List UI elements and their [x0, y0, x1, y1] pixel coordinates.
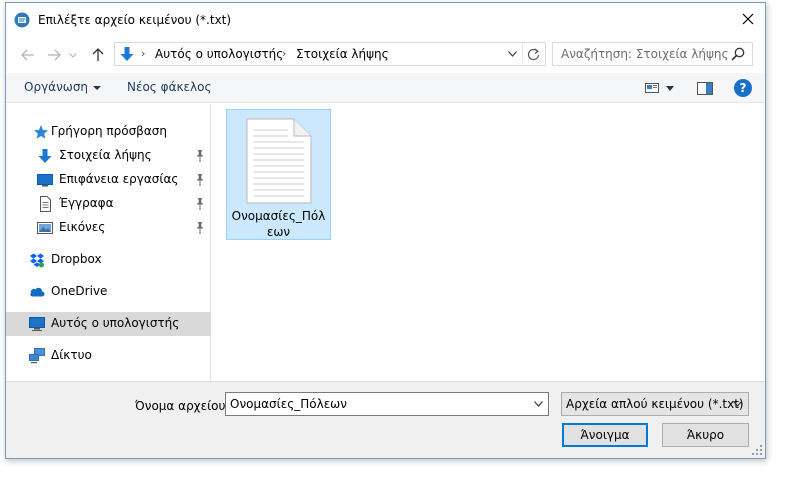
sidebar-item-label: Dropbox	[51, 252, 102, 266]
file-open-dialog: Επιλέξτε αρχείο κειμένου (*.txt) › Αυτός…	[5, 2, 766, 459]
filename-label: Όνομα αρχείου:	[135, 399, 230, 413]
pin-icon	[196, 174, 204, 186]
command-bar: Οργάνωση Νέος φάκελος ?	[6, 73, 765, 103]
help-icon[interactable]: ?	[734, 79, 752, 97]
forward-button[interactable]	[44, 45, 64, 65]
file-type-select[interactable]: Αρχεία απλού κειμένου (*.txt)	[561, 392, 749, 416]
sidebar-item-this-pc[interactable]: Αυτός ο υπολογιστής	[6, 312, 211, 336]
pictures-icon	[37, 222, 53, 234]
sidebar-item-label: Αυτός ο υπολογιστής	[51, 316, 180, 330]
sidebar-item-label: Στοιχεία λήψης	[59, 148, 152, 162]
up-button[interactable]	[88, 45, 108, 65]
filename-history-button[interactable]	[530, 396, 546, 412]
chevron-down-icon	[732, 401, 742, 407]
sidebar-item-onedrive[interactable]: OneDrive	[6, 280, 211, 304]
download-arrow-icon	[38, 149, 52, 163]
refresh-button[interactable]	[522, 44, 544, 64]
caret-down-icon	[666, 85, 674, 91]
resize-grip-icon[interactable]	[752, 445, 762, 455]
organize-label: Οργάνωση	[24, 80, 89, 94]
app-icon	[14, 12, 30, 28]
breadcrumb-downloads[interactable]: Στοιχεία λήψης	[296, 47, 389, 61]
pin-icon	[196, 222, 204, 234]
sidebar-item-label: Επιφάνεια εργασίας	[59, 172, 179, 186]
window-title: Επιλέξτε αρχείο κειμένου (*.txt)	[38, 13, 232, 27]
title-bar[interactable]: Επιλέξτε αρχείο κειμένου (*.txt)	[6, 3, 765, 37]
preview-pane-icon	[697, 81, 713, 95]
pin-icon	[196, 150, 204, 162]
cancel-button[interactable]: Άκυρο	[662, 423, 749, 447]
forward-arrow-icon	[48, 49, 61, 61]
sidebar-item-downloads[interactable]: Στοιχεία λήψης	[6, 144, 211, 168]
back-button[interactable]	[18, 45, 38, 65]
search-icon	[731, 47, 745, 61]
sidebar-item-label: OneDrive	[51, 284, 108, 298]
breadcrumb-separator-icon: ›	[282, 47, 287, 60]
change-view-button[interactable]	[643, 79, 661, 97]
star-icon	[34, 125, 48, 139]
sidebar-item-dropbox[interactable]: Dropbox	[6, 248, 211, 272]
address-bar[interactable]: › Αυτός ο υπολογιστής › Στοιχεία λήψης	[114, 42, 546, 66]
dropbox-icon	[30, 253, 44, 268]
text-file-icon	[246, 118, 312, 204]
sidebar-item-documents[interactable]: Έγγραφα	[6, 192, 211, 216]
close-icon	[742, 13, 754, 25]
breadcrumb-this-pc[interactable]: Αυτός ο υπολογιστής	[155, 47, 283, 61]
sidebar-item-label: Εικόνες	[59, 220, 106, 234]
up-arrow-icon	[92, 48, 104, 61]
computer-icon	[29, 317, 45, 331]
open-button[interactable]: Άνοιγμα	[562, 423, 648, 447]
chevron-down-icon	[507, 51, 517, 57]
sidebar-item-pictures[interactable]: Εικόνες	[6, 216, 211, 240]
navigation-pane: Γρήγορη πρόσβαση Στοιχεία λήψης Επιφάνει…	[6, 104, 211, 381]
onedrive-cloud-icon	[30, 287, 45, 297]
file-type-dropdown-button[interactable]	[729, 396, 745, 412]
file-item[interactable]: Ονομασίες_Πόλεων	[226, 109, 331, 240]
sidebar-item-label: Έγγραφα	[59, 196, 114, 210]
sidebar-item-desktop[interactable]: Επιφάνεια εργασίας	[6, 168, 211, 192]
desktop-icon	[37, 174, 53, 187]
caret-down-icon	[93, 85, 102, 90]
footer-panel: Όνομα αρχείου: Ονομασίες_Πόλεων Αρχεία α…	[6, 381, 765, 458]
sidebar-item-quick-access[interactable]: Γρήγορη πρόσβαση	[6, 120, 211, 144]
file-list[interactable]: Ονομασίες_Πόλεων	[212, 104, 765, 381]
chevron-down-icon	[69, 52, 77, 58]
file-type-value: Αρχεία απλού κειμένου (*.txt)	[566, 397, 744, 411]
recent-locations-button[interactable]	[66, 45, 80, 65]
sidebar-item-label: Γρήγορη πρόσβαση	[51, 124, 167, 138]
search-placeholder: Αναζήτηση: Στοιχεία λήψης	[561, 47, 729, 61]
new-folder-button[interactable]: Νέος φάκελος	[127, 80, 212, 94]
document-icon	[40, 196, 51, 212]
pin-icon	[196, 198, 204, 210]
preview-pane-button[interactable]	[696, 79, 714, 97]
back-arrow-icon	[21, 49, 34, 61]
search-box[interactable]: Αναζήτηση: Στοιχεία λήψης	[552, 42, 753, 66]
view-large-icons-icon	[645, 83, 659, 93]
network-icon	[29, 348, 45, 364]
more-views-button[interactable]	[664, 79, 676, 97]
sidebar-item-label: Δίκτυο	[51, 348, 92, 362]
filename-value: Ονομασίες_Πόλεων	[230, 397, 347, 411]
organize-menu-button[interactable]: Οργάνωση	[24, 80, 102, 94]
chevron-down-icon	[533, 401, 543, 407]
refresh-icon	[527, 48, 540, 60]
download-arrow-icon	[120, 47, 134, 61]
close-button[interactable]	[731, 3, 765, 35]
breadcrumb-separator-icon: ›	[141, 47, 146, 60]
address-history-button[interactable]	[505, 46, 519, 62]
filename-input[interactable]: Ονομασίες_Πόλεων	[225, 392, 549, 416]
sidebar-item-network[interactable]: Δίκτυο	[6, 344, 211, 368]
file-name: Ονομασίες_Πόλεων	[231, 209, 326, 239]
navigation-row: › Αυτός ο υπολογιστής › Στοιχεία λήψης Α…	[6, 39, 765, 71]
